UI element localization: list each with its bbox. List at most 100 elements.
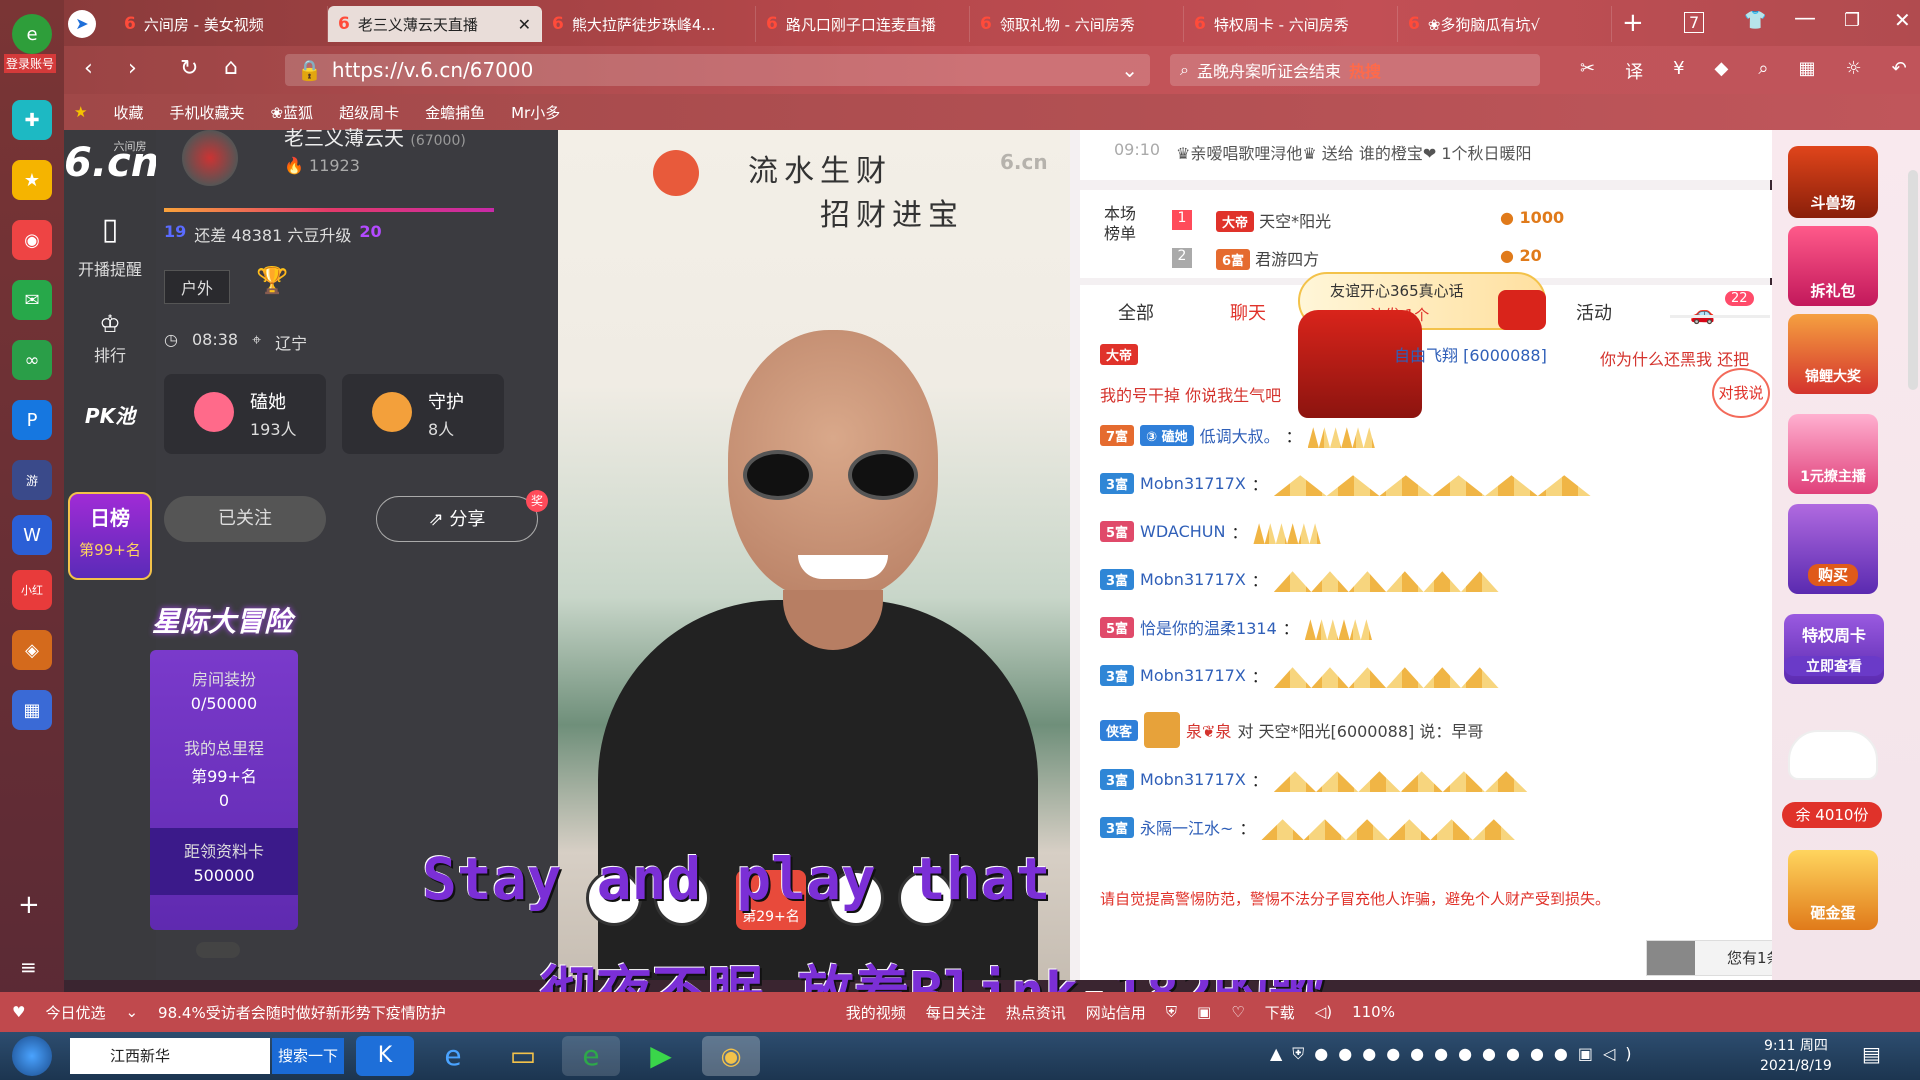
tab-count-icon[interactable]: 7 [1684, 12, 1705, 33]
tab-activity[interactable]: 活动 [1576, 299, 1612, 325]
back-icon[interactable]: ‹ [84, 56, 93, 81]
add-icon[interactable]: + [18, 890, 40, 920]
tab-all[interactable]: 全部 [1118, 299, 1154, 325]
guard-button[interactable]: 守护 8人 [342, 374, 504, 454]
speaker-icon[interactable]: ◁) [1315, 1003, 1332, 1021]
game2-icon[interactable]: ◈ [12, 630, 52, 670]
chat-message[interactable]: 7富 ③ 磕她 低调大叔。： [1100, 422, 1378, 448]
news-ticker[interactable]: 98.4%受访者会随时做好新形势下疫情防护 [158, 1002, 446, 1023]
game3-icon[interactable]: ▦ [12, 690, 52, 730]
daily-follow-link[interactable]: 每日关注 [926, 1002, 986, 1023]
link-icon[interactable]: ∞ [12, 340, 52, 380]
user-name[interactable]: 永隔一江水~ [1140, 815, 1233, 839]
user-name[interactable]: Mobn31717X [1140, 474, 1246, 493]
search-box[interactable]: ⌕ 孟晚舟案听证会结束 热搜 [1170, 54, 1540, 86]
zoom-level[interactable]: 110% [1352, 1003, 1395, 1021]
bookmark-item[interactable]: 金蟾捕鱼 [425, 102, 485, 123]
gift-weekcard[interactable]: 特权周卡 立即查看 [1784, 614, 1884, 684]
site-credit-link[interactable]: 网站信用 [1086, 1002, 1146, 1023]
grid-icon[interactable]: ▦ [1798, 58, 1815, 84]
menu-icon[interactable]: ≡ [20, 955, 37, 979]
translate-icon[interactable]: 译 [1625, 58, 1643, 84]
tab[interactable]: 6 ❀多狗脑瓜有坑√ [1398, 6, 1612, 42]
chat-message[interactable]: 3富 永隔一江水~： [1100, 814, 1525, 840]
bookmark-item[interactable]: Mr小多 [511, 102, 560, 123]
skin-icon[interactable]: 👕 [1744, 10, 1766, 31]
heart-outline-icon[interactable]: ♡ [1231, 1003, 1244, 1021]
user-name[interactable]: 恰是你的温柔1314 [1140, 615, 1277, 639]
chat-message[interactable]: 3富 Mobn31717X： [1100, 662, 1508, 688]
today-picks[interactable]: 今日优选 [45, 1002, 105, 1023]
start-icon[interactable] [12, 1036, 52, 1076]
restore-icon[interactable]: ❐ [1844, 10, 1860, 31]
user-name[interactable]: 泉❦泉 [1186, 718, 1231, 742]
tab[interactable]: 6 六间房 - 美女视频 [114, 6, 328, 42]
tray-icons[interactable]: ▲⛨●●●●●●●●●●●▣◁) [1270, 1044, 1642, 1064]
p-app-icon[interactable]: P [12, 400, 52, 440]
bookmark-item[interactable]: ❀蓝狐 [270, 102, 313, 123]
chat-message[interactable]: 侠客 泉❦泉对 天空*阳光[6000088] 说：早哥 [1100, 712, 1483, 748]
weibo-icon[interactable]: ◉ [12, 220, 52, 260]
clock[interactable]: 9:11 周四 2021/8/19 [1760, 1036, 1832, 1076]
forward-icon[interactable]: › [128, 56, 137, 81]
download-link[interactable]: 下载 [1265, 1002, 1295, 1023]
coin-icon[interactable]: ¥ [1673, 58, 1684, 84]
search-widget-button[interactable]: 搜索一下 [272, 1038, 344, 1074]
tab[interactable]: 6 熊大拉萨徒步珠峰4... [542, 6, 756, 42]
player-icon[interactable]: ▶ [632, 1036, 690, 1076]
scissors-icon[interactable]: ✂ [1580, 58, 1595, 84]
share-button[interactable]: ⇗ 分享 [376, 496, 538, 542]
chevron-down-icon[interactable]: ⌄ [1121, 58, 1138, 82]
undo-icon[interactable]: ↶ [1892, 58, 1907, 84]
browser-logo-icon[interactable]: e [12, 14, 52, 54]
mail-icon[interactable]: ✉ [12, 280, 52, 320]
shield-icon[interactable]: ⛨ [1166, 1003, 1177, 1021]
page-dots[interactable] [196, 942, 240, 958]
app-icon[interactable]: ✚ [12, 100, 52, 140]
url-text[interactable]: https://v.6.cn/67000 [332, 58, 533, 82]
navigation-icon[interactable]: ➤ [68, 10, 96, 38]
say-to-me-button[interactable]: 对我说 [1712, 368, 1770, 418]
chat-message[interactable]: 3富 Mobn31717X： [1100, 566, 1508, 592]
leaderboard-row[interactable]: 大帝 天空*阳光 [1216, 208, 1331, 232]
close-window-icon[interactable]: ✕ [1894, 8, 1911, 32]
gamepad-icon[interactable]: ◆ [1715, 58, 1729, 84]
star-icon[interactable]: ★ [12, 160, 52, 200]
user-name[interactable]: Mobn31717X [1140, 570, 1246, 589]
tab-chat[interactable]: 聊天 [1230, 299, 1266, 325]
tab-active[interactable]: 6 老三义薄云天直播 ✕ [328, 6, 542, 42]
car-icon[interactable]: 🚗 [1690, 301, 1715, 325]
user-name[interactable]: WDACHUN [1140, 522, 1225, 541]
user-name[interactable]: Mobn31717X [1140, 666, 1246, 685]
login-link[interactable]: 登录账号 [4, 54, 57, 73]
bookmark-item[interactable]: 超级周卡 [339, 102, 399, 123]
tab[interactable]: 6 路凡口刚子口连麦直播 [756, 6, 970, 42]
home-icon[interactable]: ⌂ [224, 55, 238, 80]
chat-message[interactable]: 3富 Mobn31717X： [1100, 766, 1538, 792]
search-input[interactable]: 孟晚舟案听证会结束 [1197, 58, 1341, 82]
hot-news-link[interactable]: 热点资讯 [1006, 1002, 1066, 1023]
ie-icon[interactable]: e [424, 1036, 482, 1076]
game-icon[interactable]: 游 [12, 460, 52, 500]
gift-golden-egg[interactable]: 砸金蛋 [1788, 850, 1878, 930]
daily-rank-card[interactable]: 日榜 第99+名 [68, 492, 152, 580]
tab[interactable]: 6 特权周卡 - 六间房秀 [1184, 6, 1398, 42]
pk-link[interactable]: PK池 [64, 400, 156, 429]
category-tag[interactable]: 户外 [164, 270, 231, 304]
rank-link[interactable]: 排行 [64, 342, 156, 366]
follow-button[interactable]: 已关注 [164, 496, 326, 542]
close-icon[interactable]: ✕ [518, 15, 531, 34]
user-name[interactable]: 低调大叔。 [1200, 423, 1280, 447]
adventure-panel[interactable]: 房间装扮 0/50000 我的总里程 第99+名 0 距领资料卡 500000 [150, 650, 298, 930]
host-avatar[interactable] [182, 130, 238, 186]
refresh-icon[interactable]: ↻ [180, 56, 198, 81]
adventure-title[interactable]: 星际大冒险 [152, 600, 308, 650]
notification-icon[interactable]: ▤ [1862, 1042, 1881, 1066]
bookmark-item[interactable]: 收藏 [113, 102, 143, 123]
new-tab-icon[interactable]: + [1622, 8, 1644, 38]
fan-club-button[interactable]: 磕她 193人 [164, 374, 326, 454]
gift-1yuan[interactable]: 1元撩主播 [1788, 414, 1878, 494]
gift-koi[interactable]: 锦鲤大奖 [1788, 314, 1878, 394]
leaderboard-row[interactable]: 6富 君游四方 [1216, 246, 1319, 270]
sun-icon[interactable]: ☼ [1846, 58, 1862, 84]
